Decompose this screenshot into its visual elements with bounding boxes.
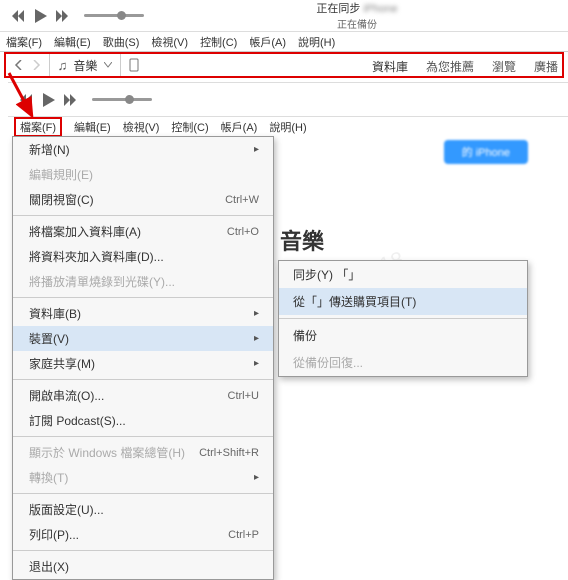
submenu-backup[interactable]: 備份 [279,322,527,349]
menu-library[interactable]: 資料庫(B) [13,301,273,326]
menu-print[interactable]: 列印(P)...Ctrl+P [13,522,273,547]
menu-exit[interactable]: 退出(X) [13,554,273,579]
menu-song[interactable]: 歌曲(S) [103,34,140,50]
file-dropdown: 新增(N) 編輯規則(E) 關閉視窗(C)Ctrl+W 將檔案加入資料庫(A)C… [12,136,274,580]
playback-bar-2 [8,83,568,117]
annotation-arrow [4,68,54,128]
menu-add-folder[interactable]: 將資料夾加入資料庫(D)... [13,244,273,269]
submenu-restore: 從備份回復... [279,349,527,376]
next-icon[interactable] [62,91,80,109]
submenu-sync[interactable]: 同步(Y) 「」 [279,261,527,288]
menu-bar-2: 檔案(F) 編輯(E) 檢視(V) 控制(C) 帳戶(A) 說明(H) [8,117,568,137]
device-submenu: 同步(Y) 「」 從「」傳送購買項目(T) 備份 從備份回復... [278,260,528,377]
menu-add-file[interactable]: 將檔案加入資料庫(A)Ctrl+O [13,219,273,244]
menu-new[interactable]: 新增(N) [13,137,273,162]
menu-edit[interactable]: 編輯(E) [54,34,91,50]
menu-view[interactable]: 檢視(V) [151,34,188,50]
menu-edit[interactable]: 編輯(E) [74,119,111,135]
menu-burn: 將播放清單燒錄到光碟(Y)... [13,269,273,294]
menu-account[interactable]: 帳戶(A) [221,119,258,135]
volume-slider[interactable] [92,98,152,101]
tab-foryou[interactable]: 為您推薦 [426,58,474,75]
chevron-down-icon [104,62,112,68]
menu-convert: 轉換(T) [13,465,273,490]
page-title: 音樂 [280,224,558,256]
submenu-transfer-purchases[interactable]: 從「」傳送購買項目(T) [279,288,527,315]
media-selector[interactable]: ♫ 音樂 [50,54,120,76]
nav-tabs: 資料庫 為您推薦 瀏覽 廣播 [372,58,558,75]
menu-home-sharing[interactable]: 家庭共享(M) [13,351,273,376]
menu-edit-rules: 編輯規則(E) [13,162,273,187]
menu-bar: 檔案(F) 編輯(E) 歌曲(S) 檢視(V) 控制(C) 帳戶(A) 說明(H… [0,32,568,52]
menu-device[interactable]: 裝置(V) [13,326,273,351]
playback-bar: 正在同步 iPhone 正在備份 [0,0,568,32]
prev-icon[interactable] [10,7,28,25]
menu-close-window[interactable]: 關閉視窗(C)Ctrl+W [13,187,273,212]
menu-help[interactable]: 說明(H) [298,34,335,50]
sync-status: 正在同步 iPhone 正在備份 [154,0,560,31]
menu-show-explorer: 顯示於 Windows 檔案總管(H)Ctrl+Shift+R [13,440,273,465]
menu-control[interactable]: 控制(C) [200,34,237,50]
device-button[interactable]: 的 iPhone [444,140,528,164]
menu-subscribe-podcast[interactable]: 訂閱 Podcast(S)... [13,408,273,433]
music-note-icon: ♫ [58,58,68,73]
device-icon[interactable] [121,54,147,76]
next-icon[interactable] [54,7,72,25]
menu-control[interactable]: 控制(C) [171,119,208,135]
menu-file[interactable]: 檔案(F) [6,34,42,50]
menu-page-setup[interactable]: 版面設定(U)... [13,497,273,522]
tab-browse[interactable]: 瀏覽 [492,58,516,75]
volume-slider[interactable] [84,14,144,17]
play-icon[interactable] [32,7,50,25]
menu-help[interactable]: 說明(H) [269,119,306,135]
tab-radio[interactable]: 廣播 [534,58,558,75]
tab-library[interactable]: 資料庫 [372,58,408,75]
menu-open-stream[interactable]: 開啟串流(O)...Ctrl+U [13,383,273,408]
content-area: 的 iPhone 音樂 首歌 · 11 分鐘 [280,140,558,274]
media-selector-label: 音樂 [73,57,97,74]
menu-view[interactable]: 檢視(V) [123,119,160,135]
menu-account[interactable]: 帳戶(A) [249,34,286,50]
